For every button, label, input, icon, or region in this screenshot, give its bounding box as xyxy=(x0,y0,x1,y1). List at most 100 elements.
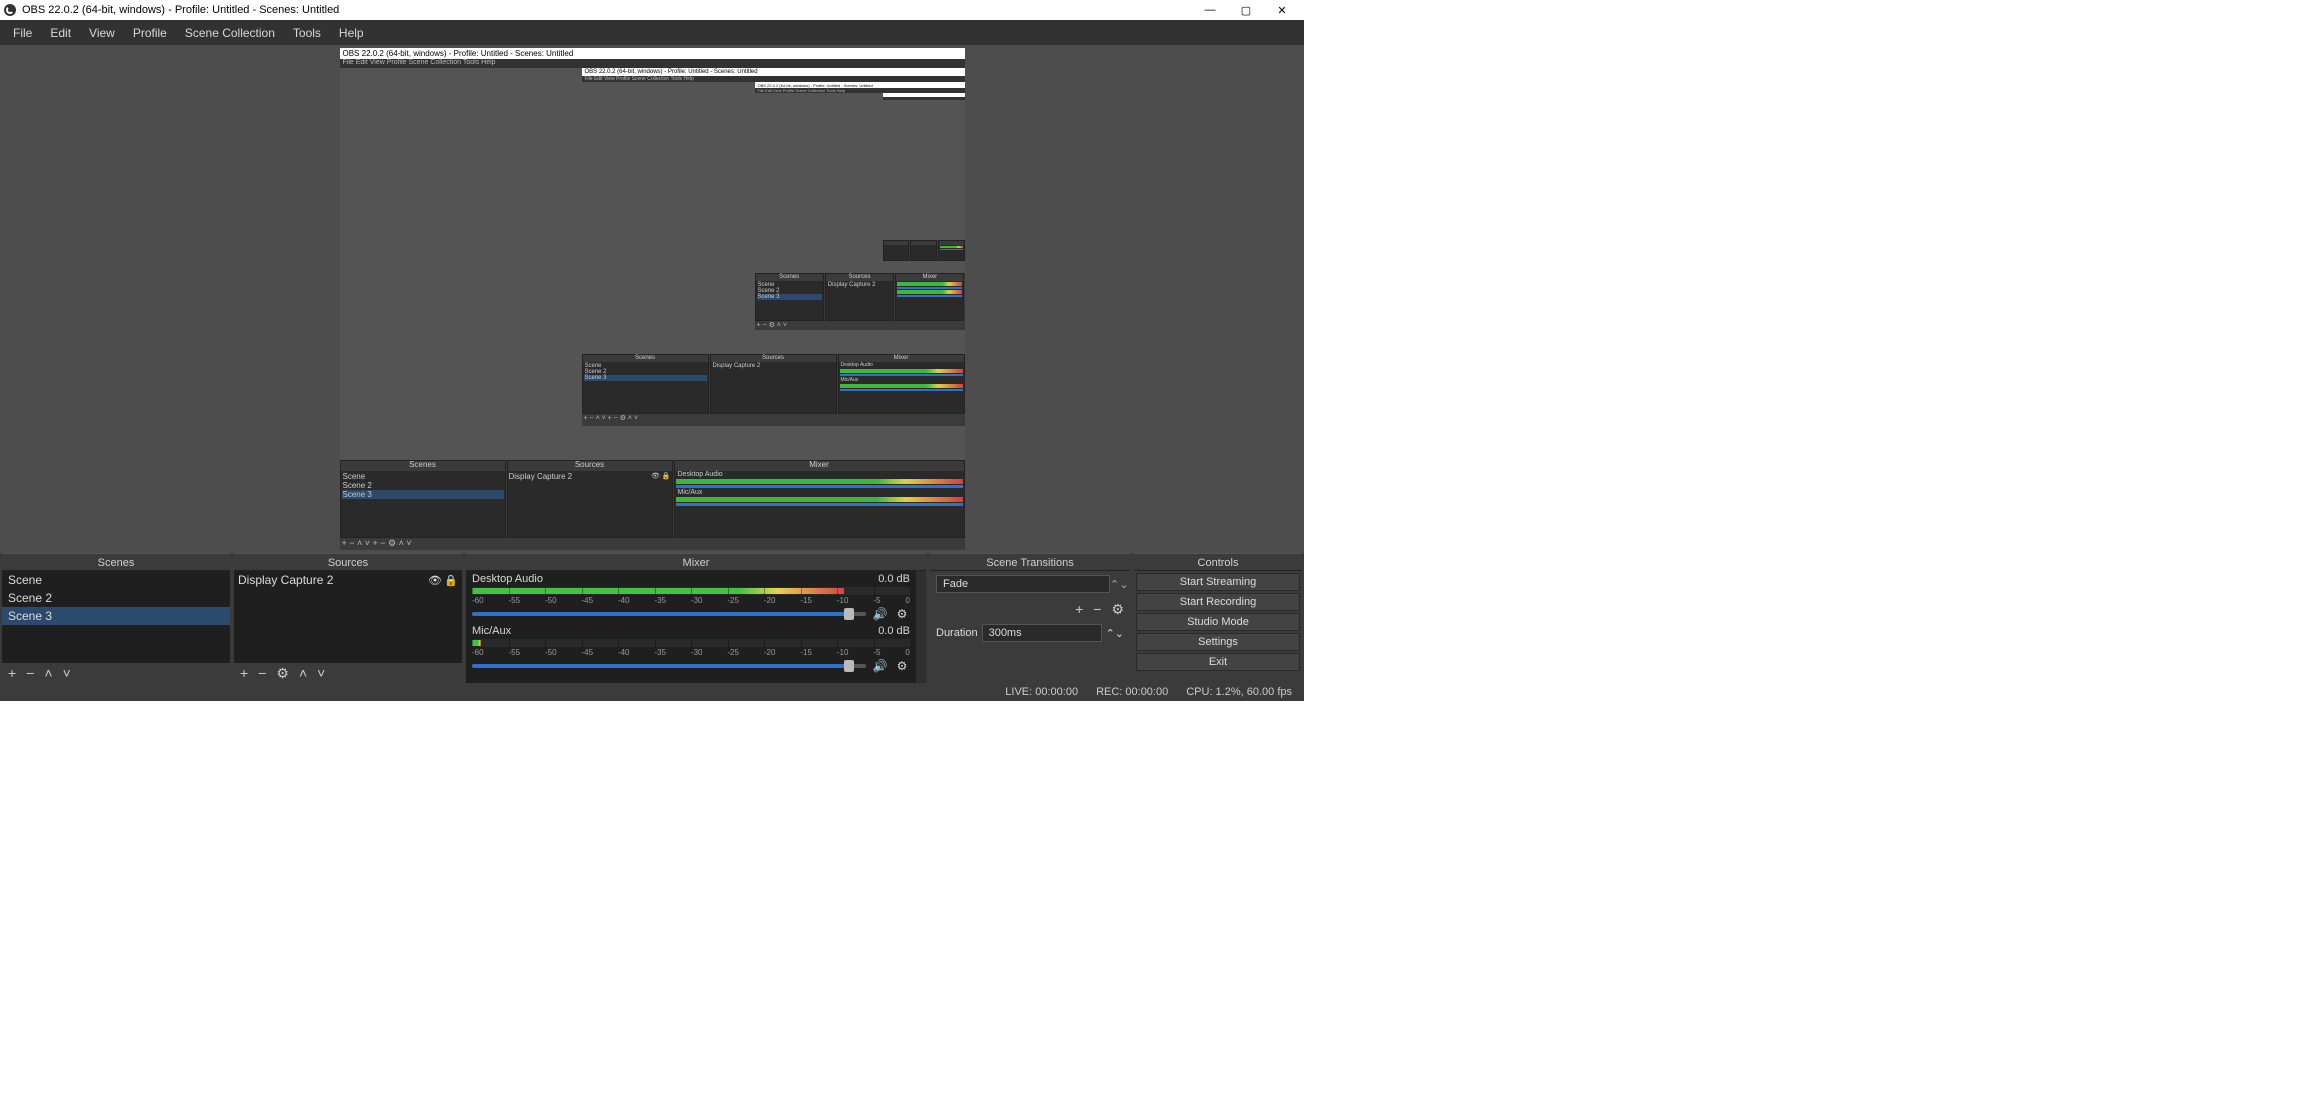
mini-tool-1: + − ˄ ˅ + − ⚙ ˄ ˅ xyxy=(340,538,965,550)
transition-value: Fade xyxy=(936,575,1110,593)
source-item[interactable]: Display Capture 2 👁 🔒 xyxy=(234,571,462,589)
status-live: LIVE: 00:00:00 xyxy=(1005,686,1078,698)
source-down-button[interactable]: ˅ xyxy=(317,665,325,681)
mini-preview-1: OBS 22.0.2 (64-bit, windows) - Profile: … xyxy=(340,68,965,460)
menu-help[interactable]: Help xyxy=(330,22,373,44)
preview-content: OBS 22.0.2 (64-bit, windows) - Profile: … xyxy=(340,48,965,550)
track-settings-icon[interactable]: ⚙ xyxy=(894,659,910,673)
mini-tool-3: + − ⚙ ˄ ˅ xyxy=(755,321,965,329)
exit-button[interactable]: Exit xyxy=(1136,653,1300,671)
spinbox-arrows-icon[interactable]: ⌃⌄ xyxy=(1106,627,1124,640)
mute-button-icon[interactable]: 🔊 xyxy=(872,659,888,673)
remove-scene-button[interactable]: − xyxy=(26,665,34,681)
bottom-panels: Scenes Scene Scene 2 Scene 3 + − ˄ ˅ Sou… xyxy=(0,553,1304,683)
scenes-panel: Scenes Scene Scene 2 Scene 3 + − ˄ ˅ xyxy=(2,553,230,683)
mini-sources-hdr-2: Sources xyxy=(711,355,836,362)
menu-profile[interactable]: Profile xyxy=(124,22,176,44)
menu-view[interactable]: View xyxy=(80,22,124,44)
add-transition-button[interactable]: + xyxy=(1075,601,1083,618)
studio-mode-button[interactable]: Studio Mode xyxy=(1136,613,1300,631)
scene-item[interactable]: Scene 2 xyxy=(2,589,230,607)
mini-panels-3: Scenes Scene Scene 2 Scene 3 Sourc xyxy=(755,273,965,321)
track-db: 0.0 dB xyxy=(878,573,910,585)
recursive-preview-2: OBS 22.0.2 (64-bit, windows) - Profile: … xyxy=(582,68,965,426)
mini-preview-3 xyxy=(755,93,965,273)
mixer-track: Desktop Audio 0.0 dB -60-55-50-45-40-35-… xyxy=(466,571,916,623)
mini-mixer-hdr-1: Mixer xyxy=(675,461,964,471)
sources-toolbar: + − ⚙ ˄ ˅ xyxy=(234,663,462,683)
scenes-list[interactable]: Scene Scene 2 Scene 3 xyxy=(2,571,230,663)
db-scale: -60-55-50-45-40-35-30-25-20-15-10-50 xyxy=(472,648,910,657)
mini-panels-1: Scenes Scene Scene 2 Scene 3 Sources Dis… xyxy=(340,460,965,538)
menu-tools[interactable]: Tools xyxy=(284,22,330,44)
mini-scenes-hdr-1: Scenes xyxy=(341,461,505,471)
mini-panels-2: Scenes Scene Scene 2 Scene 3 Sources Dis… xyxy=(582,354,965,414)
mixer-header: Mixer xyxy=(466,553,926,571)
mini-mixer-hdr-3: Mixer xyxy=(896,274,963,281)
scene-item[interactable]: Scene 3 xyxy=(2,607,230,625)
sources-header: Sources xyxy=(234,553,462,571)
menu-edit[interactable]: Edit xyxy=(41,22,80,44)
preview-area[interactable]: OBS 22.0.2 (64-bit, windows) - Profile: … xyxy=(0,45,1304,553)
start-streaming-button[interactable]: Start Streaming xyxy=(1136,573,1300,591)
mini-scenes-hdr-2: Scenes xyxy=(583,355,708,362)
scene-down-button[interactable]: ˅ xyxy=(63,665,71,681)
add-scene-button[interactable]: + xyxy=(8,665,16,681)
mini-tool-2: + − ˄ ˅ + − ⚙ ˄ ˅ xyxy=(582,414,965,424)
status-cpu: CPU: 1.2%, 60.00 fps xyxy=(1186,686,1292,698)
mixer-scrollbar[interactable] xyxy=(916,571,926,683)
recursive-preview-1: OBS 22.0.2 (64-bit, windows) - Profile: … xyxy=(340,48,965,550)
statusbar: LIVE: 00:00:00 REC: 00:00:00 CPU: 1.2%, … xyxy=(0,683,1304,701)
mini-menu-1: File Edit View Profile Scene Collection … xyxy=(340,59,965,68)
settings-button[interactable]: Settings xyxy=(1136,633,1300,651)
sources-panel: Sources Display Capture 2 👁 🔒 + − ⚙ ˄ ˅ xyxy=(234,553,462,683)
add-source-button[interactable]: + xyxy=(240,665,248,681)
source-properties-button[interactable]: ⚙ xyxy=(276,665,289,682)
db-scale: -60-55-50-45-40-35-30-25-20-15-10-50 xyxy=(472,596,910,605)
scenes-toolbar: + − ˄ ˅ xyxy=(2,663,230,683)
track-name: Desktop Audio xyxy=(472,573,878,585)
mini-mixer-hdr-2: Mixer xyxy=(839,355,964,362)
window-title: OBS 22.0.2 (64-bit, windows) - Profile: … xyxy=(22,4,1192,16)
audio-meter xyxy=(472,639,910,647)
menu-file[interactable]: File xyxy=(4,22,41,44)
source-up-button[interactable]: ˄ xyxy=(299,665,307,681)
audio-meter xyxy=(472,587,910,595)
mixer-track: Mic/Aux 0.0 dB -60-55-50-45-40-35-30-25-… xyxy=(466,623,916,675)
obs-window: OBS 22.0.2 (64-bit, windows) - Profile: … xyxy=(0,0,1304,701)
mini-title-1: OBS 22.0.2 (64-bit, windows) - Profile: … xyxy=(340,48,965,59)
obs-logo-icon xyxy=(4,4,16,16)
volume-slider[interactable] xyxy=(472,664,866,668)
transitions-panel: Scene Transitions Fade ⌃⌄ + − ⚙ Duration… xyxy=(930,553,1130,683)
scenes-header: Scenes xyxy=(2,553,230,571)
transition-properties-button[interactable]: ⚙ xyxy=(1111,601,1124,618)
lock-toggle-icon[interactable]: 🔒 xyxy=(444,574,458,587)
transition-select[interactable]: Fade ⌃⌄ xyxy=(936,575,1124,593)
remove-transition-button[interactable]: − xyxy=(1093,601,1101,618)
duration-label: Duration xyxy=(936,627,978,639)
scene-item[interactable]: Scene xyxy=(2,571,230,589)
chevron-down-icon: ⌃⌄ xyxy=(1110,578,1124,591)
mini-scenes-hdr-3: Scenes xyxy=(756,274,823,281)
minimize-button[interactable]: — xyxy=(1192,0,1228,20)
maximize-button[interactable]: ▢ xyxy=(1228,0,1264,20)
visibility-toggle-icon[interactable]: 👁 xyxy=(428,574,442,587)
controls-panel: Controls Start Streaming Start Recording… xyxy=(1134,553,1302,683)
menu-scene-collection[interactable]: Scene Collection xyxy=(176,22,284,44)
controls-header: Controls xyxy=(1134,553,1302,571)
start-recording-button[interactable]: Start Recording xyxy=(1136,593,1300,611)
close-button[interactable]: ✕ xyxy=(1264,0,1300,20)
recursive-preview-4 xyxy=(883,93,965,261)
volume-slider[interactable] xyxy=(472,612,866,616)
scene-up-button[interactable]: ˄ xyxy=(44,665,52,681)
mini-title-2: OBS 22.0.2 (64-bit, windows) - Profile: … xyxy=(582,68,965,76)
menubar: File Edit View Profile Scene Collection … xyxy=(0,20,1304,45)
mute-button-icon[interactable]: 🔊 xyxy=(872,607,888,621)
mini-preview-2: OBS 22.0.2 (64-bit, windows) - Profile: … xyxy=(582,82,965,354)
mini-preview-4 xyxy=(883,100,965,240)
sources-list[interactable]: Display Capture 2 👁 🔒 xyxy=(234,571,462,663)
duration-input[interactable]: 300ms xyxy=(982,624,1102,642)
remove-source-button[interactable]: − xyxy=(258,665,266,681)
status-rec: REC: 00:00:00 xyxy=(1096,686,1168,698)
track-settings-icon[interactable]: ⚙ xyxy=(894,607,910,621)
